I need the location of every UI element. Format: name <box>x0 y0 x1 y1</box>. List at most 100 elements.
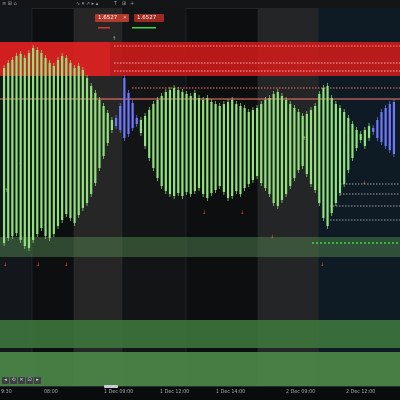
candle-body[interactable] <box>293 108 296 178</box>
candle-body[interactable] <box>363 130 366 146</box>
candle-body[interactable] <box>65 58 68 214</box>
candle-body[interactable] <box>239 106 242 194</box>
candle-body[interactable] <box>297 112 300 170</box>
candle-body[interactable] <box>272 94 275 203</box>
candle-body[interactable] <box>251 110 255 180</box>
candle-body[interactable] <box>106 113 109 143</box>
candle-body[interactable] <box>110 120 114 130</box>
candle-body[interactable] <box>160 96 163 186</box>
candle-body[interactable] <box>94 93 97 183</box>
candle-body[interactable] <box>243 108 246 188</box>
candle-body[interactable] <box>135 118 138 124</box>
candle-body[interactable] <box>173 88 176 196</box>
candle-body[interactable] <box>367 126 371 138</box>
candle-body[interactable] <box>131 103 134 128</box>
candle-body[interactable] <box>372 128 375 132</box>
candle-body[interactable] <box>338 108 342 193</box>
candle-body[interactable] <box>260 104 263 183</box>
candle-body[interactable] <box>330 98 333 213</box>
candle-body[interactable] <box>156 100 159 178</box>
candle-body[interactable] <box>355 130 358 148</box>
candle-body[interactable] <box>359 134 362 140</box>
candle-body[interactable] <box>61 56 64 220</box>
demand-zone-bottom[interactable] <box>0 352 400 386</box>
candle-body[interactable] <box>280 96 284 200</box>
candle-body[interactable] <box>123 78 126 138</box>
candle-body[interactable] <box>139 120 143 133</box>
candle-body[interactable] <box>98 100 101 168</box>
candle-body[interactable] <box>69 63 72 218</box>
candle-body[interactable] <box>36 50 39 234</box>
candle-body[interactable] <box>202 100 205 194</box>
demand-zone-lower[interactable] <box>0 320 400 348</box>
candle-body[interactable] <box>73 68 76 223</box>
candle-body[interactable] <box>231 100 234 196</box>
candle-body[interactable] <box>305 114 308 174</box>
toolbar-layout-button[interactable]: ⊞ <box>122 0 126 8</box>
toolbar-add-button[interactable]: + <box>130 0 134 8</box>
candle-body[interactable] <box>177 90 180 193</box>
fit-view-button[interactable]: ⊡ <box>26 377 33 384</box>
candle-body[interactable] <box>318 94 321 203</box>
candle-body[interactable] <box>143 116 147 146</box>
candle-body[interactable] <box>168 90 172 194</box>
candle-body[interactable] <box>284 100 288 194</box>
candle-body[interactable] <box>152 104 155 168</box>
candle-body[interactable] <box>90 86 93 194</box>
candle-body[interactable] <box>11 60 14 236</box>
candle-body[interactable] <box>264 100 267 188</box>
price-flag-buy[interactable]: 1.6527 <box>134 14 164 22</box>
candle-body[interactable] <box>148 110 151 158</box>
candle-body[interactable] <box>206 98 209 198</box>
candle-body[interactable] <box>77 66 80 215</box>
candle-body[interactable] <box>27 53 31 248</box>
candle-body[interactable] <box>32 48 35 240</box>
candle-body[interactable] <box>197 98 201 188</box>
candle-body[interactable] <box>127 93 130 134</box>
candle-body[interactable] <box>40 53 43 228</box>
candle-body[interactable] <box>322 88 325 218</box>
candle-body[interactable] <box>247 112 250 184</box>
candle-body[interactable] <box>185 94 188 192</box>
reset-view-button[interactable]: ⟲ <box>10 377 17 384</box>
scroll-right-button[interactable]: ▸ <box>34 377 41 384</box>
candle-body[interactable] <box>222 104 225 192</box>
candle-body[interactable] <box>102 106 105 156</box>
candle-body[interactable] <box>15 56 18 233</box>
candle-body[interactable] <box>189 96 192 194</box>
candle-body[interactable] <box>268 98 271 194</box>
candle-body[interactable] <box>2 68 6 243</box>
candle-body[interactable] <box>193 93 196 191</box>
candle-body[interactable] <box>164 92 167 191</box>
candle-body[interactable] <box>388 104 391 150</box>
candle-body[interactable] <box>214 104 217 190</box>
candle-body[interactable] <box>181 92 184 196</box>
candle-body[interactable] <box>326 86 329 226</box>
candle-body[interactable] <box>210 102 213 193</box>
candle-body[interactable] <box>226 102 230 198</box>
candle-body[interactable] <box>235 104 238 191</box>
candle-body[interactable] <box>314 106 317 190</box>
time-axis[interactable]: 9:30 08:00 1 Dec 09:00 1 Dec 12:00 1 Dec… <box>0 386 400 400</box>
candle-body[interactable] <box>23 58 26 246</box>
candle-body[interactable] <box>114 118 118 126</box>
candle-body[interactable] <box>19 54 22 240</box>
candle-body[interactable] <box>119 106 122 130</box>
candle-body[interactable] <box>218 106 221 186</box>
candle-body[interactable] <box>347 118 350 170</box>
candle-body[interactable] <box>85 78 89 203</box>
close-icon[interactable]: ✕ <box>18 377 25 384</box>
candle-body[interactable] <box>384 108 387 146</box>
candle-body[interactable] <box>52 66 55 234</box>
candle-body[interactable] <box>343 112 346 184</box>
toolbar-menu-group[interactable]: ≡ ⊞ ⌂ <box>2 0 17 8</box>
candle-body[interactable] <box>392 102 396 154</box>
toolbar-text-tool[interactable]: T <box>114 0 117 8</box>
scroll-left-button[interactable]: ◂ <box>2 377 9 384</box>
toolbar-drawing-tools[interactable]: ∿ ▾ ↗ ▸ ▴ <box>76 0 98 8</box>
candle-body[interactable] <box>289 104 292 186</box>
candle-body[interactable] <box>81 70 84 208</box>
candle-body[interactable] <box>56 60 60 226</box>
demand-zone[interactable] <box>0 237 400 257</box>
candle-body[interactable] <box>351 124 354 158</box>
